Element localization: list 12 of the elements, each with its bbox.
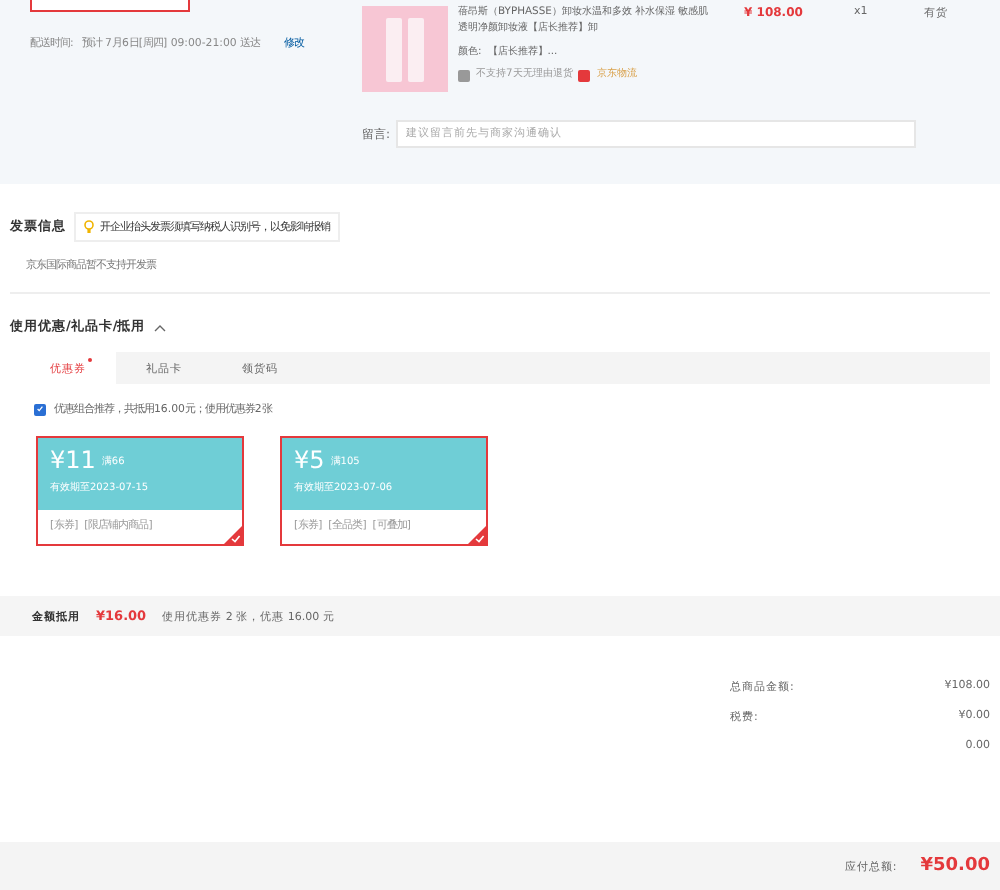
coupon-amount: ¥11 <box>50 446 96 474</box>
chevron-icon[interactable] <box>153 323 166 331</box>
return-icon <box>458 70 470 83</box>
check-corner-icon <box>224 526 242 544</box>
combo-checkbox[interactable] <box>34 403 46 415</box>
coupon-amount: ¥5 <box>294 446 325 474</box>
address-card[interactable] <box>30 0 190 12</box>
check-corner-icon <box>468 526 486 544</box>
lightbulb-icon <box>84 220 94 234</box>
product-image <box>362 6 448 92</box>
payable-amount: ¥50.00 <box>920 856 990 876</box>
logistics-icon <box>578 70 591 83</box>
